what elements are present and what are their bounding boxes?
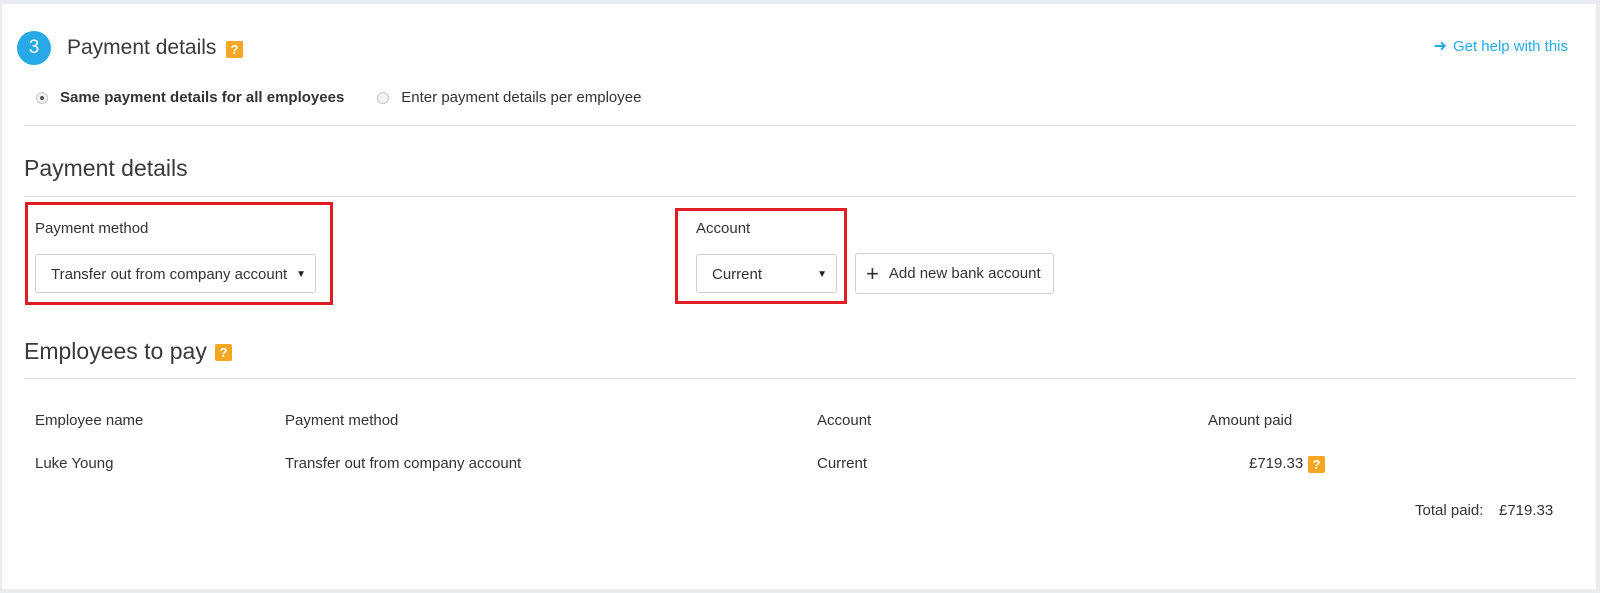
help-question-icon[interactable]: ?	[226, 41, 243, 58]
arrow-right-icon: ➜	[1433, 38, 1447, 55]
add-bank-account-label: Add new bank account	[888, 265, 1041, 282]
payment-method-value: Transfer out from company account	[51, 266, 288, 283]
add-bank-account-button[interactable]: + Add new bank account	[855, 253, 1054, 294]
employees-heading: Employees to pay	[24, 338, 207, 364]
section-title: Payment details	[67, 36, 217, 59]
get-help-link[interactable]: ➜ Get help with this	[1434, 36, 1568, 56]
help-question-icon[interactable]: ?	[1308, 456, 1325, 473]
radio-same-details[interactable]	[36, 91, 48, 104]
row-amount-paid: £719.33	[1249, 455, 1304, 472]
total-paid-value: £719.33	[1499, 502, 1554, 519]
caret-down-icon: ▼	[817, 269, 827, 280]
col-header-amount-paid: Amount paid	[1208, 412, 1293, 429]
payment-mode-radio-group: Same payment details for all employees E…	[36, 89, 641, 106]
payment-method-select[interactable]: Transfer out from company account ▼	[35, 254, 316, 293]
divider	[24, 196, 1576, 197]
radio-same-details-label[interactable]: Same payment details for all employees	[60, 89, 344, 106]
help-question-icon[interactable]: ?	[215, 344, 232, 361]
get-help-label: Get help with this	[1452, 37, 1568, 55]
step-number-badge: 3	[17, 31, 51, 65]
divider	[24, 378, 1576, 379]
account-select[interactable]: Current ▼	[696, 254, 837, 293]
payment-details-heading: Payment details	[24, 155, 188, 181]
col-header-employee-name: Employee name	[35, 412, 144, 429]
col-header-account: Account	[817, 412, 872, 429]
row-employee-name: Luke Young	[35, 455, 114, 472]
account-label: Account	[696, 220, 751, 237]
account-value: Current	[712, 266, 763, 283]
total-paid-label: Total paid:	[1415, 502, 1484, 519]
radio-per-employee[interactable]	[377, 91, 390, 104]
radio-per-employee-label[interactable]: Enter payment details per employee	[401, 89, 641, 106]
plus-icon: +	[866, 260, 879, 286]
payment-method-label: Payment method	[35, 220, 149, 237]
col-header-payment-method: Payment method	[285, 412, 399, 429]
row-payment-method: Transfer out from company account	[285, 455, 522, 472]
divider	[24, 125, 1576, 126]
caret-down-icon: ▼	[296, 269, 306, 280]
row-account: Current	[817, 455, 868, 472]
